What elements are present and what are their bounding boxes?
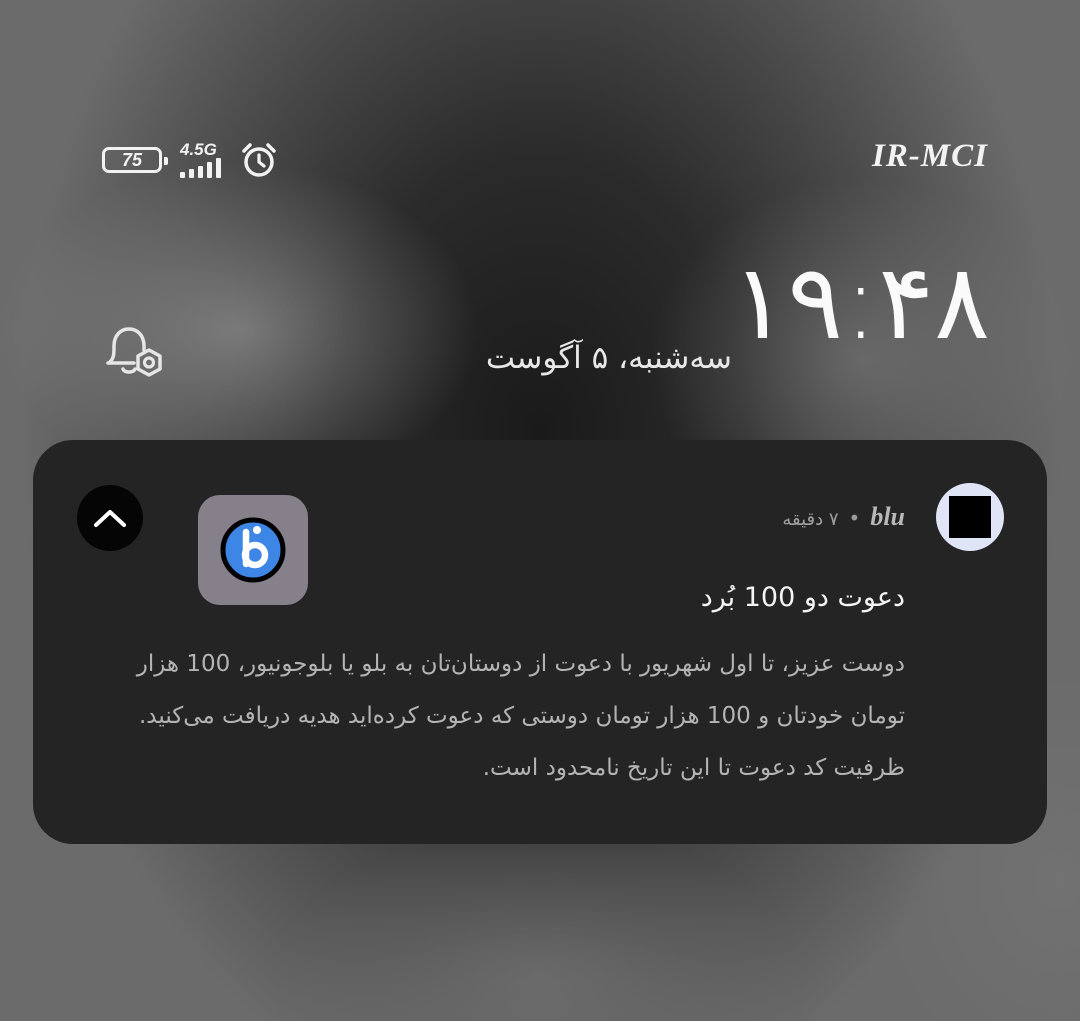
notification-title: دعوت دو 100 بُرد [700,582,905,613]
chevron-up-icon [94,510,126,527]
notification-meta: blu • ۷ دقیقه [782,502,905,532]
signal-bars-icon [180,158,221,178]
app-name: blu [870,502,905,531]
lockscreen-clock: ۱۹:۴۸ [731,241,990,363]
network-indicator: 4.5G [180,140,221,178]
notification-time: ۷ دقیقه [782,509,839,530]
battery-icon: 75 [102,147,168,173]
battery-level: 75 [121,149,143,170]
notification-card[interactable]: blu • ۷ دقیقه دعوت دو 100 بُرد دوست عزیز… [33,440,1047,844]
lockscreen-date: سه‌شنبه، ۵ آگوست [485,340,732,376]
network-type: 4.5G [180,140,217,159]
collapse-button[interactable] [77,485,143,551]
app-small-icon [936,483,1004,551]
app-logo [198,495,308,605]
meta-separator: • [848,506,861,530]
status-icons: 75 4.5G [102,138,279,182]
notification-body: دوست عزیز، تا اول شهریور با دعوت از دوست… [136,651,905,781]
notification-settings-icon[interactable] [104,324,170,384]
blu-logo-icon [220,517,286,583]
alarm-clock-icon [242,143,276,177]
carrier-name: IR-MCI [871,138,988,174]
